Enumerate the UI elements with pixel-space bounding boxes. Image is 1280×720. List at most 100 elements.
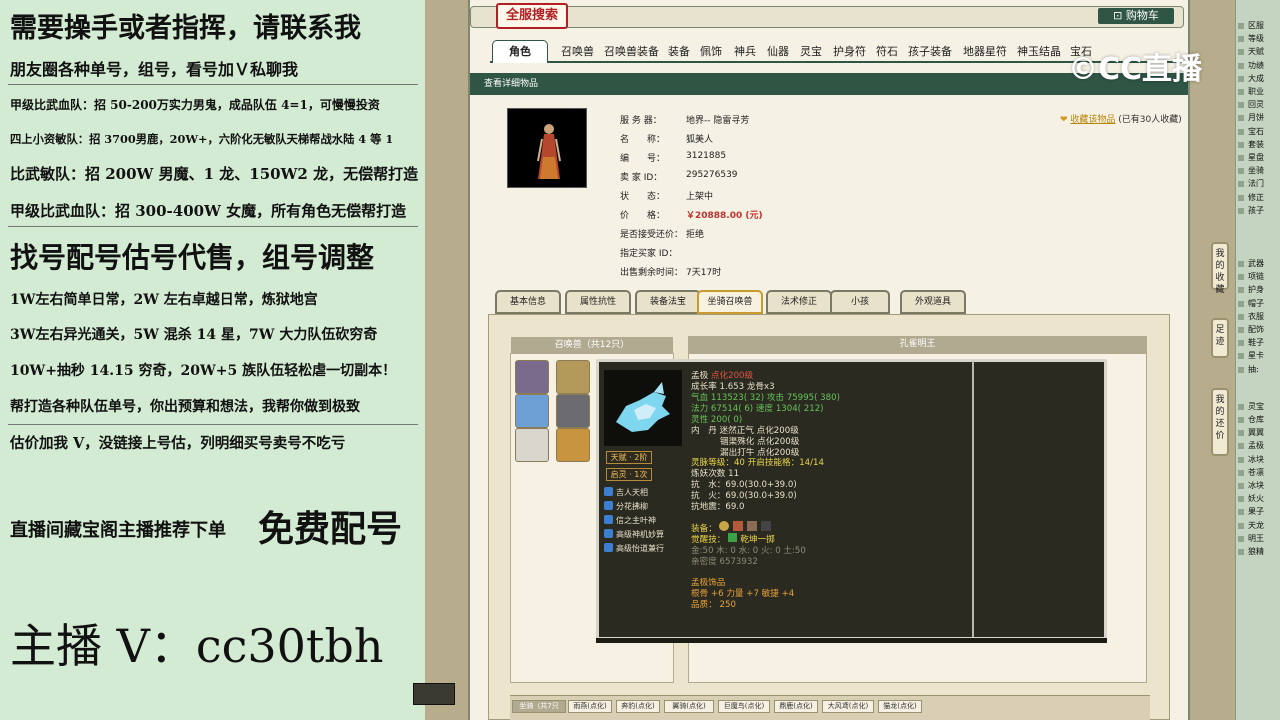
summary-item: 修正 [1248, 192, 1264, 202]
summary-item: 宝石 [1248, 126, 1264, 136]
tab-basic-info[interactable]: 基本信息 [495, 290, 561, 314]
summary-marker [1238, 23, 1244, 29]
summon-icon[interactable] [556, 360, 590, 394]
pet-ornament-quality: 品质： 250 [691, 600, 736, 610]
tab-summon[interactable]: 召唤兽 [561, 43, 594, 59]
side-button-label: 我的还价 [1215, 395, 1225, 441]
cc-logo-text: CC直播 [1098, 52, 1203, 87]
summary-item: 配饰 [1248, 325, 1264, 334]
info-name: 名 称： 狐美人 [620, 132, 713, 145]
info-value: 拒绝 [686, 230, 705, 240]
summary-item: 星卡 [1248, 351, 1264, 361]
summary-marker [1238, 274, 1244, 281]
summary-item: 仓库 [1248, 415, 1264, 424]
summary-item: 帽子 [1248, 298, 1264, 308]
mount-tab[interactable]: 鼎鹿(点化) [774, 700, 818, 713]
summon-icon[interactable] [515, 360, 549, 394]
summon-icon[interactable] [556, 394, 590, 428]
tab-child-equip[interactable]: 孩子装备 [908, 43, 952, 59]
tab-amulet[interactable]: 护身符 [833, 43, 866, 59]
tab-mount-summon[interactable]: 坐骑召唤兽 [697, 290, 763, 314]
info-label: 出售剩余时间： [620, 268, 684, 278]
info-label: 卖 家 ID： [620, 173, 663, 183]
tab-jade[interactable]: 神玉结晶 [1017, 43, 1061, 59]
tab-equip[interactable]: 装备 [668, 43, 690, 59]
awaken-badge: 启灵 · 1次 [606, 468, 652, 481]
info-label: 名 称： [620, 135, 666, 145]
summary-item: 翼翼 [1248, 428, 1264, 438]
info-value: 295276539 [686, 170, 738, 180]
overlay-line: 估价加我 V，没链接上号估，列明细买号卖号不吃亏 [10, 435, 346, 452]
summon-list-header: 召唤兽（共12只） [511, 337, 673, 353]
heart-icon: ❤ [1060, 115, 1071, 125]
summon-icon[interactable] [515, 394, 549, 428]
mount-tab[interactable]: 大风鸢(点化) [822, 700, 874, 713]
divider [8, 226, 418, 227]
tab-lingbao[interactable]: 灵宝 [800, 43, 822, 59]
ice-beast-icon [616, 382, 670, 432]
tab-equip-fabao[interactable]: 装备法宝 [635, 290, 701, 314]
tab-accessory[interactable]: 佩饰 [700, 43, 722, 59]
awaken-icon [728, 533, 738, 542]
tab-xianqi[interactable]: 仙器 [767, 43, 789, 59]
favorite-link[interactable]: ❤ 收藏该物品 (已有30人收藏) [1060, 112, 1182, 125]
tab-star[interactable]: 地器星符 [963, 43, 1007, 59]
character-portrait [507, 108, 587, 188]
video-thumbnail [413, 683, 455, 705]
info-label: 指定买家 ID： [620, 249, 678, 259]
info-price: 价 格： ￥20888.00 (元) [620, 208, 763, 221]
tab-fushi[interactable]: 符石 [876, 43, 898, 59]
mount-tab[interactable]: 奔豹(点化) [616, 700, 660, 713]
tab-child[interactable]: 小孩 [830, 290, 890, 314]
cc-logo-icon: © [1068, 52, 1098, 87]
summary-marker [1238, 443, 1244, 450]
detail-tabs: 基本信息 属性抗性 装备法宝 坐骑召唤兽 法术修正 小孩 外观道具 [490, 290, 1170, 314]
cart-button[interactable]: ⊡ 购物车 [1098, 8, 1174, 24]
mount-tab[interactable]: 猫龙(点化) [878, 700, 922, 713]
summary-marker [1238, 287, 1244, 294]
summary-item: 法门 [1248, 179, 1264, 189]
my-favorites-button[interactable]: 我的收藏 [1211, 242, 1229, 295]
info-value: 地界-- 隐雷寻芳 [686, 116, 750, 126]
summary-marker [1238, 496, 1244, 503]
mount-tab[interactable]: 巨魔鸟(点化) [718, 700, 770, 713]
summary-item: 鞋子 [1248, 338, 1264, 348]
summary-marker [1238, 128, 1244, 135]
global-search-logo[interactable]: 全服搜索 [496, 3, 568, 29]
info-value: 3121885 [686, 151, 727, 161]
overlay-line: 直播间藏宝阁主播推荐下单 [10, 520, 226, 541]
divider [8, 424, 418, 425]
summary-item: 冰块 [1248, 454, 1264, 464]
summary-item: 坐骑 [1248, 166, 1264, 176]
overlay-line: 比武敏队：招 200W 男魔、1 龙、150W2 龙，无偿帮打造 [10, 165, 419, 183]
tab-attributes[interactable]: 属性抗性 [565, 290, 631, 314]
summary-marker [1238, 535, 1244, 542]
summary-marker [1238, 75, 1244, 82]
skill-label: 吉人天相 [616, 488, 648, 497]
mount-tab[interactable]: 雨燕(点化) [568, 700, 612, 713]
info-value: 上架中 [686, 192, 714, 202]
tab-summon-equip[interactable]: 召唤兽装备 [604, 43, 659, 59]
summary-marker [1238, 300, 1244, 307]
summary-marker [1238, 353, 1244, 360]
summon-icon[interactable] [515, 428, 549, 462]
tab-appearance[interactable]: 外观道具 [900, 290, 966, 314]
tab-spell-fix[interactable]: 法术修正 [766, 290, 832, 314]
summon-icon[interactable] [556, 428, 590, 462]
footprint-button[interactable]: 足迹 [1211, 318, 1229, 358]
summary-item: 区服 [1248, 21, 1264, 30]
info-label: 状 态： [620, 192, 666, 202]
mount-tab[interactable]: 翼骑(点化) [664, 700, 714, 713]
summary-marker [1238, 327, 1244, 333]
skill-item: 高级神机妙算 [604, 529, 664, 540]
overlay-line: 帮打造各种队伍单号，你出预算和想法，我帮你做到极致 [10, 399, 360, 415]
equip-icon [760, 521, 771, 531]
summary-item: 大成 [1248, 73, 1264, 83]
summary-item: 护身 [1248, 285, 1264, 295]
tab-weapon[interactable]: 神兵 [734, 43, 756, 59]
info-status: 状 态： 上架中 [620, 189, 713, 202]
tab-role[interactable]: 角色 [492, 40, 548, 63]
top-search-bar[interactable] [470, 6, 1184, 28]
my-bargain-button[interactable]: 我的还价 [1211, 388, 1229, 456]
summary-item: 果子 [1248, 507, 1264, 517]
